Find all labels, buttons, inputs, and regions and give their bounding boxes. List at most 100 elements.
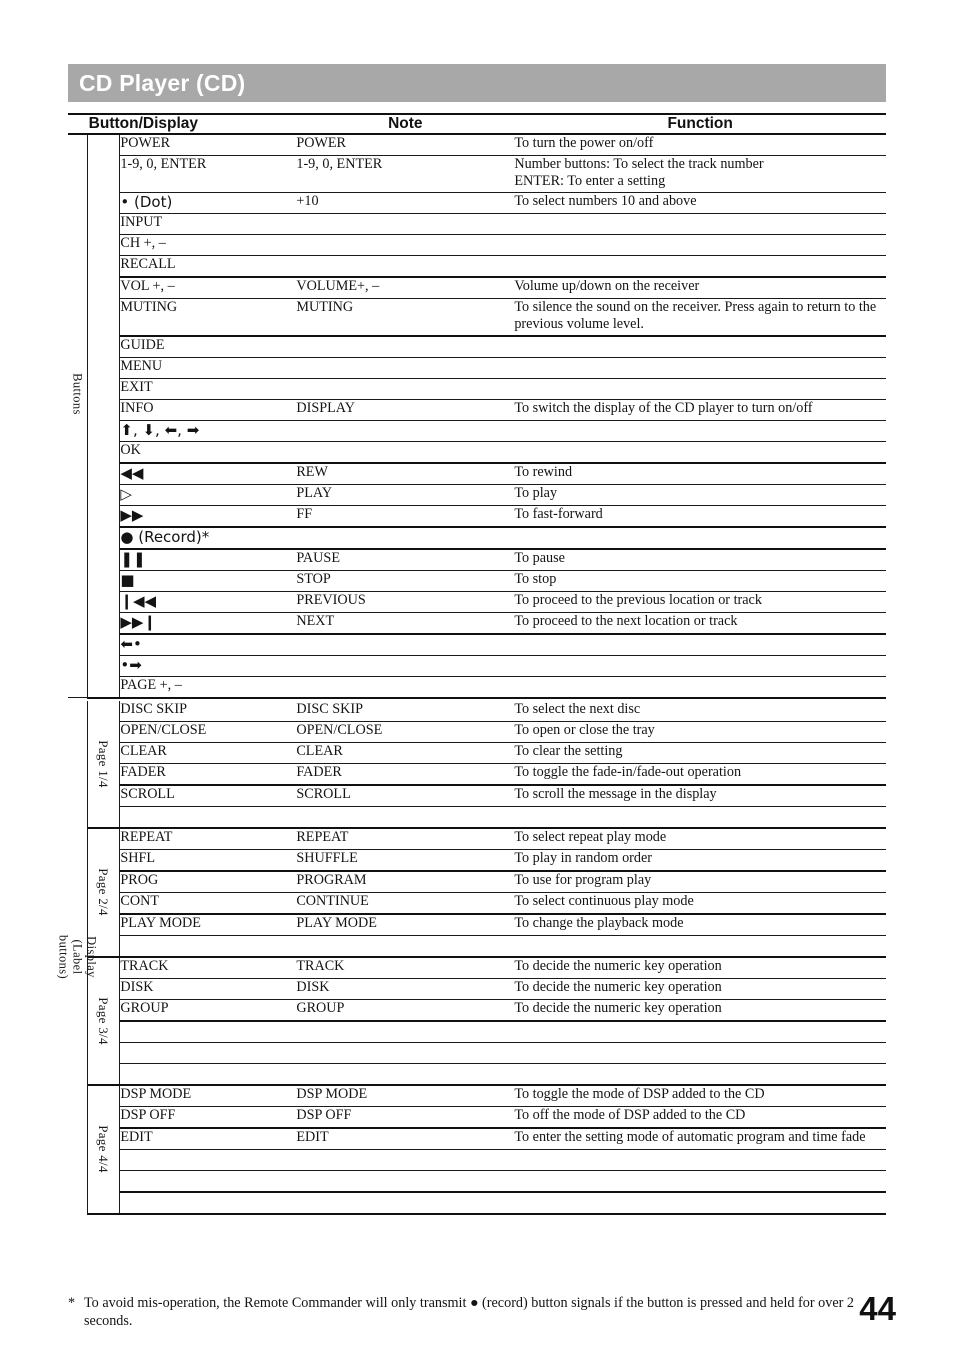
- page-label-page-4-4-text: Page 4/4: [96, 1125, 112, 1174]
- page-label-page-4-4: Page 4/4: [86, 1084, 121, 1215]
- cell-button-display: ❙◀◀: [119, 591, 297, 613]
- cell-note: 1-9, 0, ENTER: [296, 155, 515, 193]
- table-row: EDIT EDIT To enter the setting mode of aut…: [68, 1127, 886, 1150]
- cell-note: [296, 1020, 515, 1043]
- cell-note: [296, 676, 515, 699]
- cell-button-display: [119, 1020, 297, 1043]
- cell-button-display: OK: [119, 441, 297, 464]
- cell-button-display: MUTING: [119, 298, 297, 337]
- cell-note: TRACK: [296, 956, 515, 979]
- cell-button-display: INFO: [119, 399, 297, 421]
- cell-note: [296, 378, 515, 400]
- cell-button-display: • (Dot): [119, 192, 297, 214]
- table-row: MUTING MUTING To silence the sound on the …: [68, 298, 886, 337]
- cell-note: [296, 255, 515, 278]
- cell-note: [296, 441, 515, 464]
- section-label-buttons: Buttons: [68, 134, 87, 698]
- cell-button-display: FADER: [119, 763, 297, 786]
- cell-button-display: [119, 806, 297, 829]
- cell-function: To turn the power on/off: [514, 133, 886, 156]
- cell-button-display: DISK: [119, 978, 297, 1000]
- table-row: [68, 935, 886, 958]
- table-row: Page 3/4 TRACK TRACK To decide the numeric …: [68, 956, 886, 1086]
- footnote-text: To avoid mis-operation, the Remote Comma…: [84, 1295, 854, 1330]
- document-page: CD Player (CD) Button/Display Note Funct…: [0, 0, 954, 1357]
- cell-button-display: OPEN/CLOSE: [119, 721, 297, 743]
- page-label-page-1-4-text: Page 1/4: [96, 740, 112, 788]
- cell-button-display: MENU: [119, 357, 297, 379]
- cell-function: To scroll the message in the display: [514, 784, 886, 807]
- cell-note: REPEAT: [296, 827, 515, 850]
- table-row: DSP OFF DSP OFF To off the mode of DSP add…: [68, 1106, 886, 1129]
- cell-button-display: RECALL: [119, 255, 297, 278]
- cell-note: [296, 655, 515, 677]
- cell-note: DSP MODE: [296, 1084, 515, 1107]
- table-row: PROG PROGRAM To use for program play: [68, 870, 886, 893]
- cell-function: [514, 935, 886, 958]
- cell-button-display: GROUP: [119, 999, 297, 1022]
- table-row: CLEAR CLEAR To clear the setting: [68, 742, 886, 764]
- cell-note: SCROLL: [296, 784, 515, 807]
- cell-button-display: EDIT: [119, 1127, 297, 1150]
- header-col-button-display: Button/Display: [86, 113, 199, 135]
- table-row: VOL +, – VOLUME+, – Volume up/down on the …: [68, 276, 886, 299]
- table-row: •➡: [68, 655, 886, 677]
- cell-note: STOP: [296, 570, 515, 592]
- cell-function: To play: [514, 484, 886, 506]
- table-row: Buttons POWER POWER To turn the power on/of…: [68, 133, 886, 699]
- cell-function: To rewind: [514, 462, 886, 485]
- cell-button-display: [119, 935, 297, 958]
- cell-function: [514, 1063, 886, 1086]
- cell-note: PAUSE: [296, 548, 515, 571]
- cell-function: [514, 1191, 886, 1215]
- table-row: CONT CONTINUE To select continuous play mo…: [68, 892, 886, 915]
- cell-function: To select continuous play mode: [514, 892, 886, 915]
- cell-function: To play in random order: [514, 849, 886, 872]
- header-col-function: Function: [514, 113, 886, 135]
- table-row: INFO DISPLAY To switch the display of the …: [68, 399, 886, 421]
- cell-note: PLAY: [296, 484, 515, 506]
- cell-button-display: GUIDE: [119, 335, 297, 358]
- cell-button-display: ● (Record)*: [119, 526, 297, 550]
- table-row: 1-9, 0, ENTER 1-9, 0, ENTER Number buttons…: [68, 155, 886, 193]
- table-row: Page 2/4 REPEAT REPEAT To select repeat pla…: [68, 827, 886, 958]
- table-row: PLAY MODE PLAY MODE To change the playback…: [68, 913, 886, 936]
- cell-function: [514, 378, 886, 400]
- table-row: [68, 806, 886, 829]
- cell-button-display: POWER: [119, 133, 297, 156]
- cell-button-display: PAGE +, –: [119, 676, 297, 699]
- table-body: Buttons POWER POWER To turn the power on/of…: [57, 133, 886, 1215]
- cell-function: To toggle the fade-in/fade-out operation: [514, 763, 886, 786]
- table-row: • (Dot) +10 To select numbers 10 and above: [68, 192, 886, 214]
- cell-button-display: TRACK: [119, 956, 297, 979]
- table-row: ⬆, ⬇, ⬅, ➡: [68, 420, 886, 442]
- cell-function: [514, 357, 886, 379]
- cell-button-display: ▶▶: [119, 505, 297, 528]
- header-spacer-rail: [68, 113, 87, 135]
- cell-button-display: DSP MODE: [119, 1084, 297, 1107]
- page-label-page-2-4-text: Page 2/4: [96, 868, 112, 917]
- table-row: INPUT: [68, 213, 886, 235]
- table-row: RECALL: [68, 255, 886, 278]
- cell-note: DSP OFF: [296, 1106, 515, 1129]
- table-row: Display (Label buttons) Page 1/4 DISC SKIP…: [57, 700, 886, 979]
- cell-button-display: •➡: [119, 655, 297, 677]
- cell-function: To toggle the mode of DSP added to the C…: [514, 1084, 886, 1107]
- cell-note: +10: [296, 192, 515, 214]
- table-row: MENU: [68, 357, 886, 379]
- cell-function: To select repeat play mode: [514, 827, 886, 850]
- cell-button-display: CH +, –: [119, 234, 297, 256]
- cell-note: POWER: [296, 133, 515, 156]
- cell-note: [296, 420, 515, 442]
- cell-note: [296, 357, 515, 379]
- cell-note: DISK: [296, 978, 515, 1000]
- cell-function: To proceed to the next location or track: [514, 612, 886, 635]
- page-label-page-3-4-text: Page 3/4: [96, 997, 112, 1045]
- table-row: ⬅•: [68, 633, 886, 656]
- cell-note: [296, 234, 515, 256]
- cell-function: To enter the setting mode of automatic p…: [514, 1127, 886, 1150]
- cell-function: [514, 213, 886, 235]
- table-row: [68, 1020, 886, 1043]
- cell-function: [514, 633, 886, 656]
- page-number: 44: [859, 1290, 896, 1327]
